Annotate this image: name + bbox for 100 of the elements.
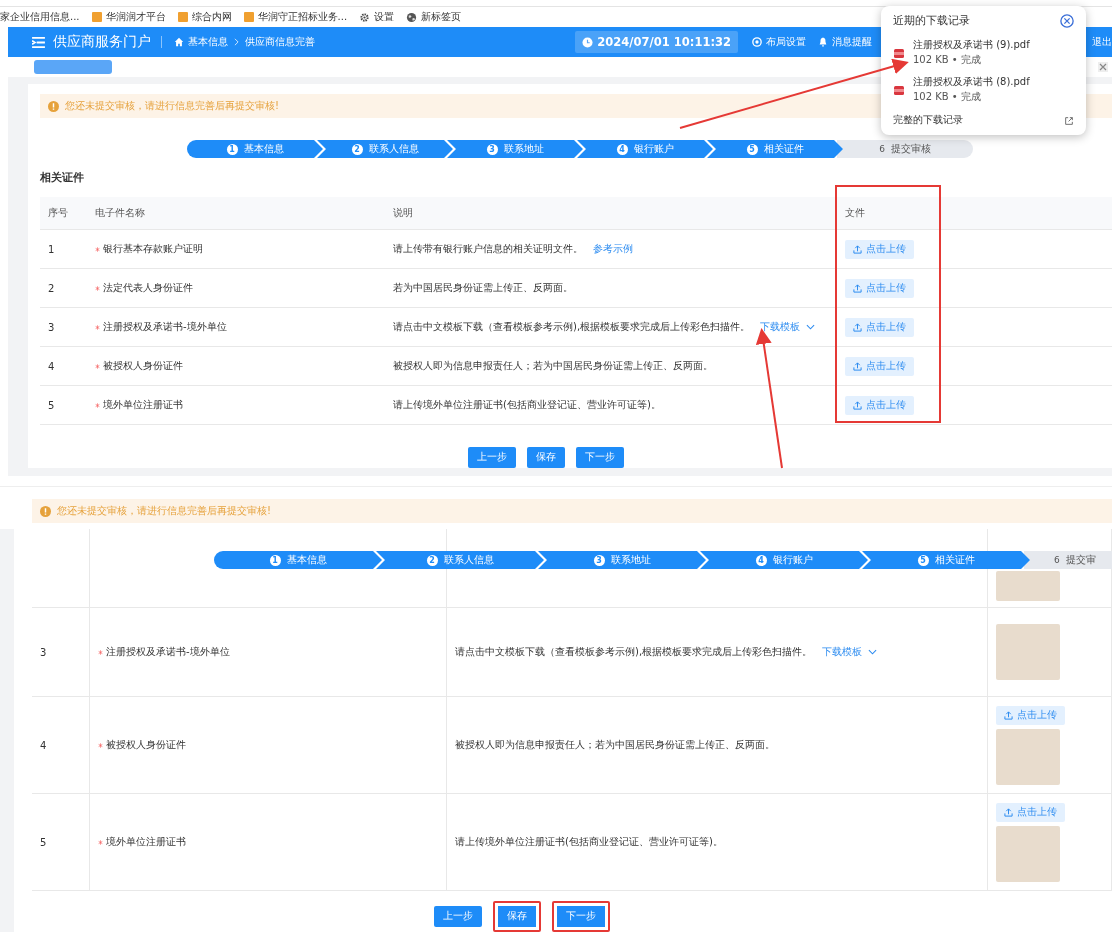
- file-meta: 102 KB • 完成: [913, 90, 982, 104]
- globe-icon: [406, 11, 418, 23]
- bell-icon: [818, 37, 828, 47]
- template-link[interactable]: 参考示例: [593, 242, 633, 256]
- upload-button[interactable]: 点击上传: [996, 705, 1065, 725]
- pdf-file-icon: [893, 83, 905, 96]
- table-cell: 被授权人身份证件: [106, 738, 186, 752]
- download-item[interactable]: 注册授权及承诺书 (8).pdf 102 KB • 完成: [893, 71, 1074, 108]
- app-icon: [91, 12, 102, 23]
- warning-icon: [40, 505, 51, 517]
- settings-icon: [359, 11, 371, 23]
- bookmark[interactable]: 华润守正招标业务...: [243, 10, 348, 25]
- table-cell: 银行基本存款账户证明: [103, 242, 203, 256]
- progress-step: 6 提交审: [1024, 551, 1112, 569]
- progress-step: 3 联系地址: [538, 551, 706, 569]
- table-cell: 请上传境外单位注册证书(包括商业登记证、营业许可证等)。: [393, 398, 661, 412]
- upload-icon: [853, 244, 862, 254]
- progress-step: 4 银行账户: [577, 140, 713, 158]
- file-name: 注册授权及承诺书 (9).pdf: [913, 38, 1030, 52]
- breadcrumb-item[interactable]: 基本信息: [188, 35, 228, 49]
- menu-icon[interactable]: [32, 36, 45, 48]
- step-button[interactable]: 上一步: [468, 447, 516, 468]
- table-cell: 5: [40, 836, 47, 848]
- progress-step: 1 基本信息: [187, 140, 323, 158]
- app-icon: [243, 12, 254, 23]
- progress-step: 2 联系人信息: [317, 140, 453, 158]
- table-cell: 请上传带有银行账户信息的相关证明文件。: [393, 242, 583, 256]
- column-header: 说明: [392, 206, 414, 220]
- progress-step: 2 联系人信息: [376, 551, 544, 569]
- upload-button[interactable]: 点击上传: [845, 317, 914, 337]
- panel-title: 近期的下载记录: [893, 14, 970, 28]
- table-cell: 注册授权及承诺书-境外单位: [106, 645, 230, 659]
- alert-text: 您还未提交审核，请进行信息完善后再提交审核!: [57, 504, 271, 518]
- table-cell: 请点击中文模板下载（查看模板参考示例),根据模板要求完成后上传彩色扫描件。: [455, 645, 813, 659]
- time-text: 2024/07/01 10:11:32: [597, 35, 731, 49]
- column-header: 电子件名称: [94, 206, 146, 220]
- step-button[interactable]: 上一步: [434, 906, 482, 927]
- file-meta: 102 KB • 完成: [913, 53, 982, 67]
- header-action[interactable]: 消息提醒: [818, 35, 872, 49]
- step-button[interactable]: 下一步: [552, 901, 610, 932]
- progress-step: 1 基本信息: [214, 551, 382, 569]
- table-cell: 被授权人即为信息申报责任人；若为中国居民身份证需上传正、反两面。: [393, 359, 713, 373]
- upload-button[interactable]: 点击上传: [845, 356, 914, 376]
- caret-icon[interactable]: [806, 324, 816, 330]
- table-cell: 被授权人即为信息申报责任人；若为中国居民身份证需上传正、反两面。: [455, 738, 775, 752]
- bookmark[interactable]: 华润润才平台: [91, 10, 166, 25]
- alert-text: 您还未提交审核，请进行信息完善后再提交审核!: [65, 99, 279, 113]
- step-button[interactable]: 下一步: [576, 447, 624, 468]
- table-cell: 境外单位注册证书: [103, 398, 183, 412]
- template-link[interactable]: 下载模板: [822, 645, 863, 659]
- table-cell: 注册授权及承诺书-境外单位: [103, 320, 227, 334]
- close-icon[interactable]: [1060, 14, 1074, 28]
- bookmark[interactable]: 设置: [359, 10, 395, 25]
- file-name: 注册授权及承诺书 (8).pdf: [913, 75, 1030, 89]
- upload-button[interactable]: 点击上传: [845, 395, 914, 415]
- home-icon: [174, 37, 184, 47]
- table-cell: 3: [40, 646, 47, 658]
- table-cell: 请上传境外单位注册证书(包括商业登记证、营业许可证等)。: [455, 835, 723, 849]
- upload-icon: [1004, 807, 1013, 817]
- bookmark[interactable]: 新标签页: [406, 10, 462, 25]
- upload-icon: [853, 283, 862, 293]
- section-title: 相关证件: [40, 170, 85, 185]
- upload-button[interactable]: 点击上传: [845, 278, 914, 298]
- header-action[interactable]: 布局设置: [752, 35, 806, 49]
- table-cell-text: 4: [47, 359, 56, 374]
- download-item[interactable]: 注册授权及承诺书 (9).pdf 102 KB • 完成: [893, 34, 1074, 71]
- table-cell: 法定代表人身份证件: [103, 281, 193, 295]
- progress-step: 6 提交审核: [837, 140, 973, 158]
- progress-step: 5 相关证件: [707, 140, 843, 158]
- external-link-icon[interactable]: [1064, 115, 1074, 126]
- pdf-file-icon: [893, 46, 905, 59]
- breadcrumb-item[interactable]: 供应商信息完善: [245, 35, 315, 49]
- upload-icon: [1004, 710, 1013, 720]
- column-header: 序号: [47, 206, 69, 220]
- upload-button[interactable]: 点击上传: [845, 239, 914, 259]
- logout-link[interactable]: 退出: [1092, 35, 1112, 49]
- upload-icon: [853, 361, 862, 371]
- table-cell-text: 2: [47, 281, 56, 296]
- template-link[interactable]: 下载模板: [760, 320, 801, 334]
- table-cell: 4: [40, 739, 47, 751]
- clock-icon: [582, 36, 594, 48]
- close-icon[interactable]: [1098, 61, 1108, 72]
- step-button[interactable]: 保存: [527, 447, 565, 468]
- progress-step: 4 银行账户: [700, 551, 868, 569]
- step-button[interactable]: 保存: [493, 901, 541, 932]
- progress-step: 3 联系地址: [447, 140, 583, 158]
- eye-icon: [752, 37, 762, 47]
- upload-icon: [853, 400, 862, 410]
- all-downloads-link[interactable]: 完整的下载记录: [893, 114, 963, 127]
- table-cell: 被授权人身份证件: [103, 359, 183, 373]
- table-cell: 境外单位注册证书: [106, 835, 186, 849]
- bookmark[interactable]: 综合内网: [177, 10, 232, 25]
- table-cell-text: 5: [47, 398, 56, 413]
- app-icon: [177, 12, 188, 23]
- upload-button[interactable]: 点击上传: [996, 802, 1065, 822]
- blurred-tab[interactable]: [34, 59, 112, 74]
- portal-title: 供应商服务门户: [53, 33, 151, 51]
- bookmark[interactable]: 家企业信用信息...: [0, 10, 80, 25]
- chevron-icon: [234, 38, 239, 46]
- caret-icon[interactable]: [868, 649, 878, 655]
